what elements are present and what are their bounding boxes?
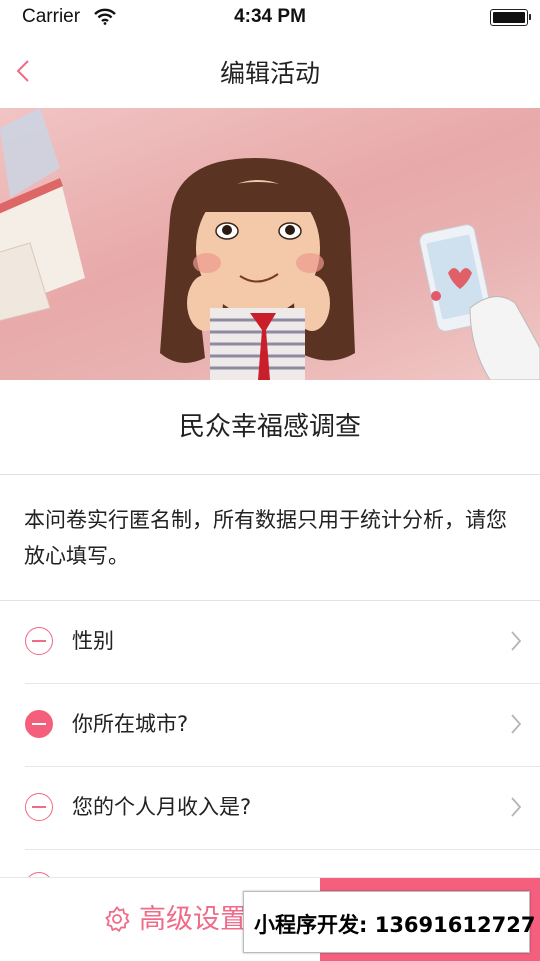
status-time: 4:34 PM: [234, 6, 306, 27]
banner-image: [0, 108, 540, 380]
gear-icon: [103, 905, 131, 937]
question-label: 你所在城市?: [72, 712, 189, 736]
envelope-illustration: [0, 108, 85, 322]
page-title: 编辑活动: [219, 59, 320, 88]
question-label: 性别: [72, 629, 114, 653]
remove-circle-icon[interactable]: [25, 793, 53, 821]
banner-illustration: [0, 108, 540, 380]
question-row[interactable]: 你所在城市?: [25, 684, 540, 767]
survey-description[interactable]: 本问卷实行匿名制，所有数据只用于统计分析，请您放心填写。: [24, 502, 519, 574]
question-row-partial[interactable]: [0, 847, 540, 877]
chevron-right-icon: [510, 630, 522, 656]
status-bar: Carrier 4:34 PM: [0, 0, 540, 36]
chevron-right-icon: [510, 713, 522, 739]
question-row[interactable]: 您的个人月收入是?: [25, 767, 540, 850]
contact-text: 小程序开发: 13691612727: [254, 913, 536, 937]
contact-overlay: 小程序开发: 13691612727: [243, 891, 535, 953]
nav-bar: 编辑活动: [0, 36, 540, 108]
question-label: 您的个人月收入是?: [72, 795, 252, 819]
chevron-right-icon: [510, 796, 522, 822]
remove-circle-icon[interactable]: [25, 627, 53, 655]
advanced-settings-label: 高级设置: [139, 904, 247, 935]
question-row[interactable]: 性别: [25, 601, 540, 684]
battery-icon: [490, 9, 531, 26]
survey-title[interactable]: 民众幸福感调查: [0, 380, 540, 475]
remove-circle-filled-icon[interactable]: [25, 710, 53, 738]
phone-illustration: [419, 224, 540, 380]
question-list: 性别 你所在城市? 您的个人月收入是?: [0, 601, 540, 850]
